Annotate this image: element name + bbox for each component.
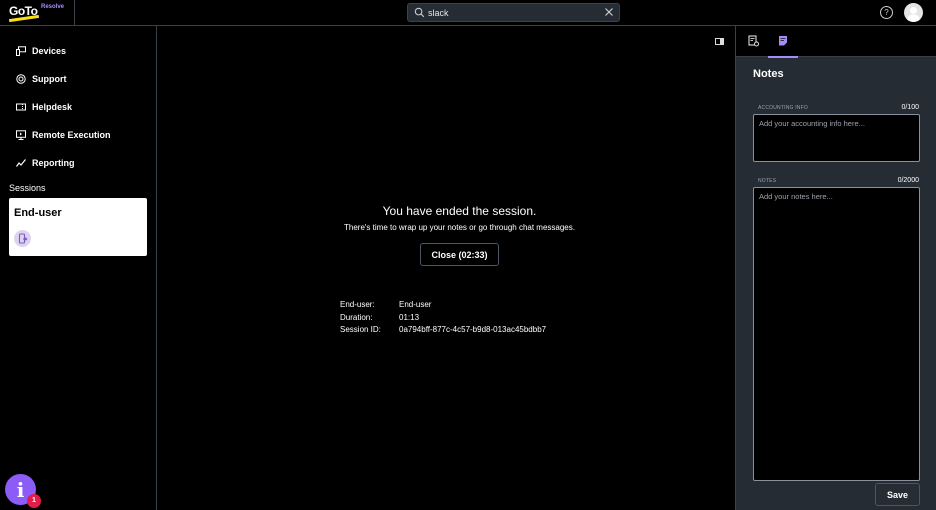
save-button[interactable]: Save bbox=[875, 483, 920, 506]
top-bar: GoTo Resolve ? bbox=[0, 0, 936, 26]
panel-toggle-icon[interactable] bbox=[715, 38, 724, 45]
sidebar-item-label: Devices bbox=[32, 46, 67, 56]
notification-badge: 1 bbox=[27, 494, 41, 508]
sidebar-item-devices[interactable]: Devices bbox=[16, 43, 66, 59]
notes-counter: 0/2000 bbox=[897, 177, 919, 184]
remote-execution-icon bbox=[16, 130, 26, 140]
main-content: You have ended the session. There's time… bbox=[158, 26, 735, 510]
notes-panel: Notes ACCOUNTING INFO 0/100 NOTES 0/2000… bbox=[735, 26, 936, 510]
detail-row: Duration: 01:13 bbox=[340, 313, 546, 326]
avatar[interactable] bbox=[904, 3, 923, 22]
search-icon bbox=[414, 7, 425, 18]
detail-value: End-user bbox=[399, 300, 432, 309]
sidebar-item-label: Remote Execution bbox=[32, 130, 111, 140]
help-icon[interactable]: ? bbox=[880, 6, 893, 19]
sidebar-item-label: Helpdesk bbox=[32, 102, 73, 112]
search-box[interactable] bbox=[407, 3, 620, 22]
reporting-icon bbox=[16, 159, 26, 167]
session-details: End-user: End-user Duration: 01:13 Sessi… bbox=[340, 300, 546, 338]
accounting-info-label: ACCOUNTING INFO bbox=[758, 105, 808, 111]
tab-notes[interactable] bbox=[768, 26, 798, 58]
session-title: End-user bbox=[14, 207, 62, 219]
close-icon[interactable] bbox=[604, 7, 614, 17]
detail-value: 01:13 bbox=[399, 312, 420, 322]
notes-icon bbox=[779, 36, 787, 46]
document-settings-icon bbox=[748, 35, 759, 47]
sidebar: Devices Support Helpdesk Remote Executio… bbox=[0, 26, 157, 510]
sidebar-item-reporting[interactable]: Reporting bbox=[16, 155, 75, 171]
support-icon bbox=[16, 74, 26, 84]
session-card[interactable]: End-user bbox=[9, 198, 147, 256]
devices-icon bbox=[16, 46, 26, 56]
accounting-info-counter: 0/100 bbox=[901, 104, 919, 111]
session-ended-title: You have ended the session. bbox=[382, 204, 537, 218]
search-input[interactable] bbox=[428, 5, 598, 20]
detail-row: Session ID: 0a794bff-877c-4c57-b9d8-013a… bbox=[340, 325, 546, 338]
sidebar-item-support[interactable]: Support bbox=[16, 71, 67, 87]
sidebar-item-remote-execution[interactable]: Remote Execution bbox=[16, 127, 111, 143]
logo-subtext: Resolve bbox=[41, 4, 65, 10]
active-tab-indicator bbox=[768, 56, 798, 58]
detail-key: End-user: bbox=[340, 300, 375, 309]
helpdesk-icon bbox=[16, 103, 26, 111]
detail-key: Duration: bbox=[340, 312, 373, 322]
sessions-heading: Sessions bbox=[9, 183, 46, 193]
close-button[interactable]: Close (02:33) bbox=[420, 243, 499, 266]
user-avatar-icon bbox=[907, 7, 920, 22]
sidebar-item-label: Support bbox=[32, 74, 67, 84]
session-ended-subtitle: There's time to wrap up your notes or go… bbox=[344, 223, 575, 232]
notes-label: NOTES bbox=[758, 178, 777, 184]
session-exit-icon bbox=[18, 233, 28, 244]
accounting-info-field[interactable] bbox=[753, 114, 920, 162]
logo[interactable]: GoTo Resolve bbox=[0, 0, 75, 25]
notes-field[interactable] bbox=[753, 187, 920, 481]
sidebar-item-label: Reporting bbox=[32, 158, 75, 168]
detail-value: 0a794bff-877c-4c57-b9d8-013ac45bdbb7 bbox=[399, 325, 547, 334]
panel-tabs bbox=[736, 26, 936, 58]
detail-key: Session ID: bbox=[340, 325, 381, 334]
session-status bbox=[14, 230, 31, 247]
panel-title: Notes bbox=[753, 68, 784, 80]
tab-session-info[interactable] bbox=[738, 26, 768, 57]
sidebar-item-helpdesk[interactable]: Helpdesk bbox=[16, 99, 72, 115]
detail-row: End-user: End-user bbox=[340, 300, 546, 313]
